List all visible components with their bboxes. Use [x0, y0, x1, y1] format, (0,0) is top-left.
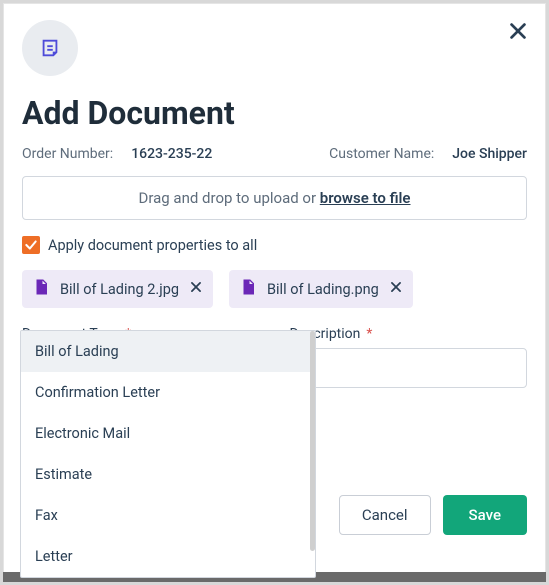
document-type-dropdown[interactable]: Bill of Lading Confirmation Letter Elect…	[20, 330, 316, 578]
save-button[interactable]: Save	[443, 495, 527, 535]
dropdown-item[interactable]: Electronic Mail	[21, 413, 315, 454]
check-icon	[24, 238, 38, 252]
modal-icon-badge	[22, 20, 78, 76]
dropzone-text: Drag and drop to upload or	[139, 189, 320, 207]
dropdown-item[interactable]: Bill of Lading	[21, 331, 315, 372]
apply-all-label: Apply document properties to all	[48, 237, 257, 254]
file-chip-remove[interactable]	[389, 280, 403, 298]
file-image-icon	[239, 278, 257, 300]
modal-footer: Cancel Save	[339, 495, 527, 535]
apply-all-checkbox[interactable]	[22, 236, 40, 254]
close-icon	[189, 280, 203, 294]
file-image-icon	[32, 278, 50, 300]
description-input[interactable]	[290, 348, 528, 388]
upload-dropzone[interactable]: Drag and drop to upload or browse to fil…	[22, 176, 527, 220]
file-chips: Bill of Lading 2.jpg Bill of Lading.png	[22, 270, 527, 308]
file-chip: Bill of Lading 2.jpg	[22, 270, 213, 308]
add-document-modal: Add Document Order Number: 1623-235-22 C…	[3, 3, 546, 582]
meta-row: Order Number: 1623-235-22 Customer Name:…	[22, 146, 527, 162]
dropdown-item[interactable]: Fax	[21, 495, 315, 536]
order-number-value: 1623-235-22	[131, 146, 212, 162]
description-field: Description*	[290, 326, 528, 388]
dropdown-item[interactable]: Confirmation Letter	[21, 372, 315, 413]
customer-name-value: Joe Shipper	[452, 146, 527, 162]
cancel-button[interactable]: Cancel	[339, 495, 431, 535]
close-button[interactable]	[507, 20, 529, 46]
dropdown-item[interactable]: Letter	[21, 536, 315, 577]
scrollbar[interactable]	[310, 331, 315, 551]
file-chip: Bill of Lading.png	[229, 270, 413, 308]
file-chip-name: Bill of Lading 2.jpg	[60, 281, 179, 298]
note-icon	[39, 37, 61, 59]
required-marker: *	[366, 326, 372, 342]
description-label: Description*	[290, 326, 528, 342]
close-icon	[389, 280, 403, 294]
close-icon	[507, 20, 529, 42]
dropdown-item[interactable]: Estimate	[21, 454, 315, 495]
file-chip-name: Bill of Lading.png	[267, 281, 379, 298]
modal-title: Add Document	[22, 94, 527, 132]
customer-name-label: Customer Name:	[329, 146, 434, 162]
file-chip-remove[interactable]	[189, 280, 203, 298]
order-number-label: Order Number:	[22, 146, 113, 162]
browse-file-link[interactable]: browse to file	[320, 189, 411, 207]
apply-all-row: Apply document properties to all	[22, 236, 527, 254]
